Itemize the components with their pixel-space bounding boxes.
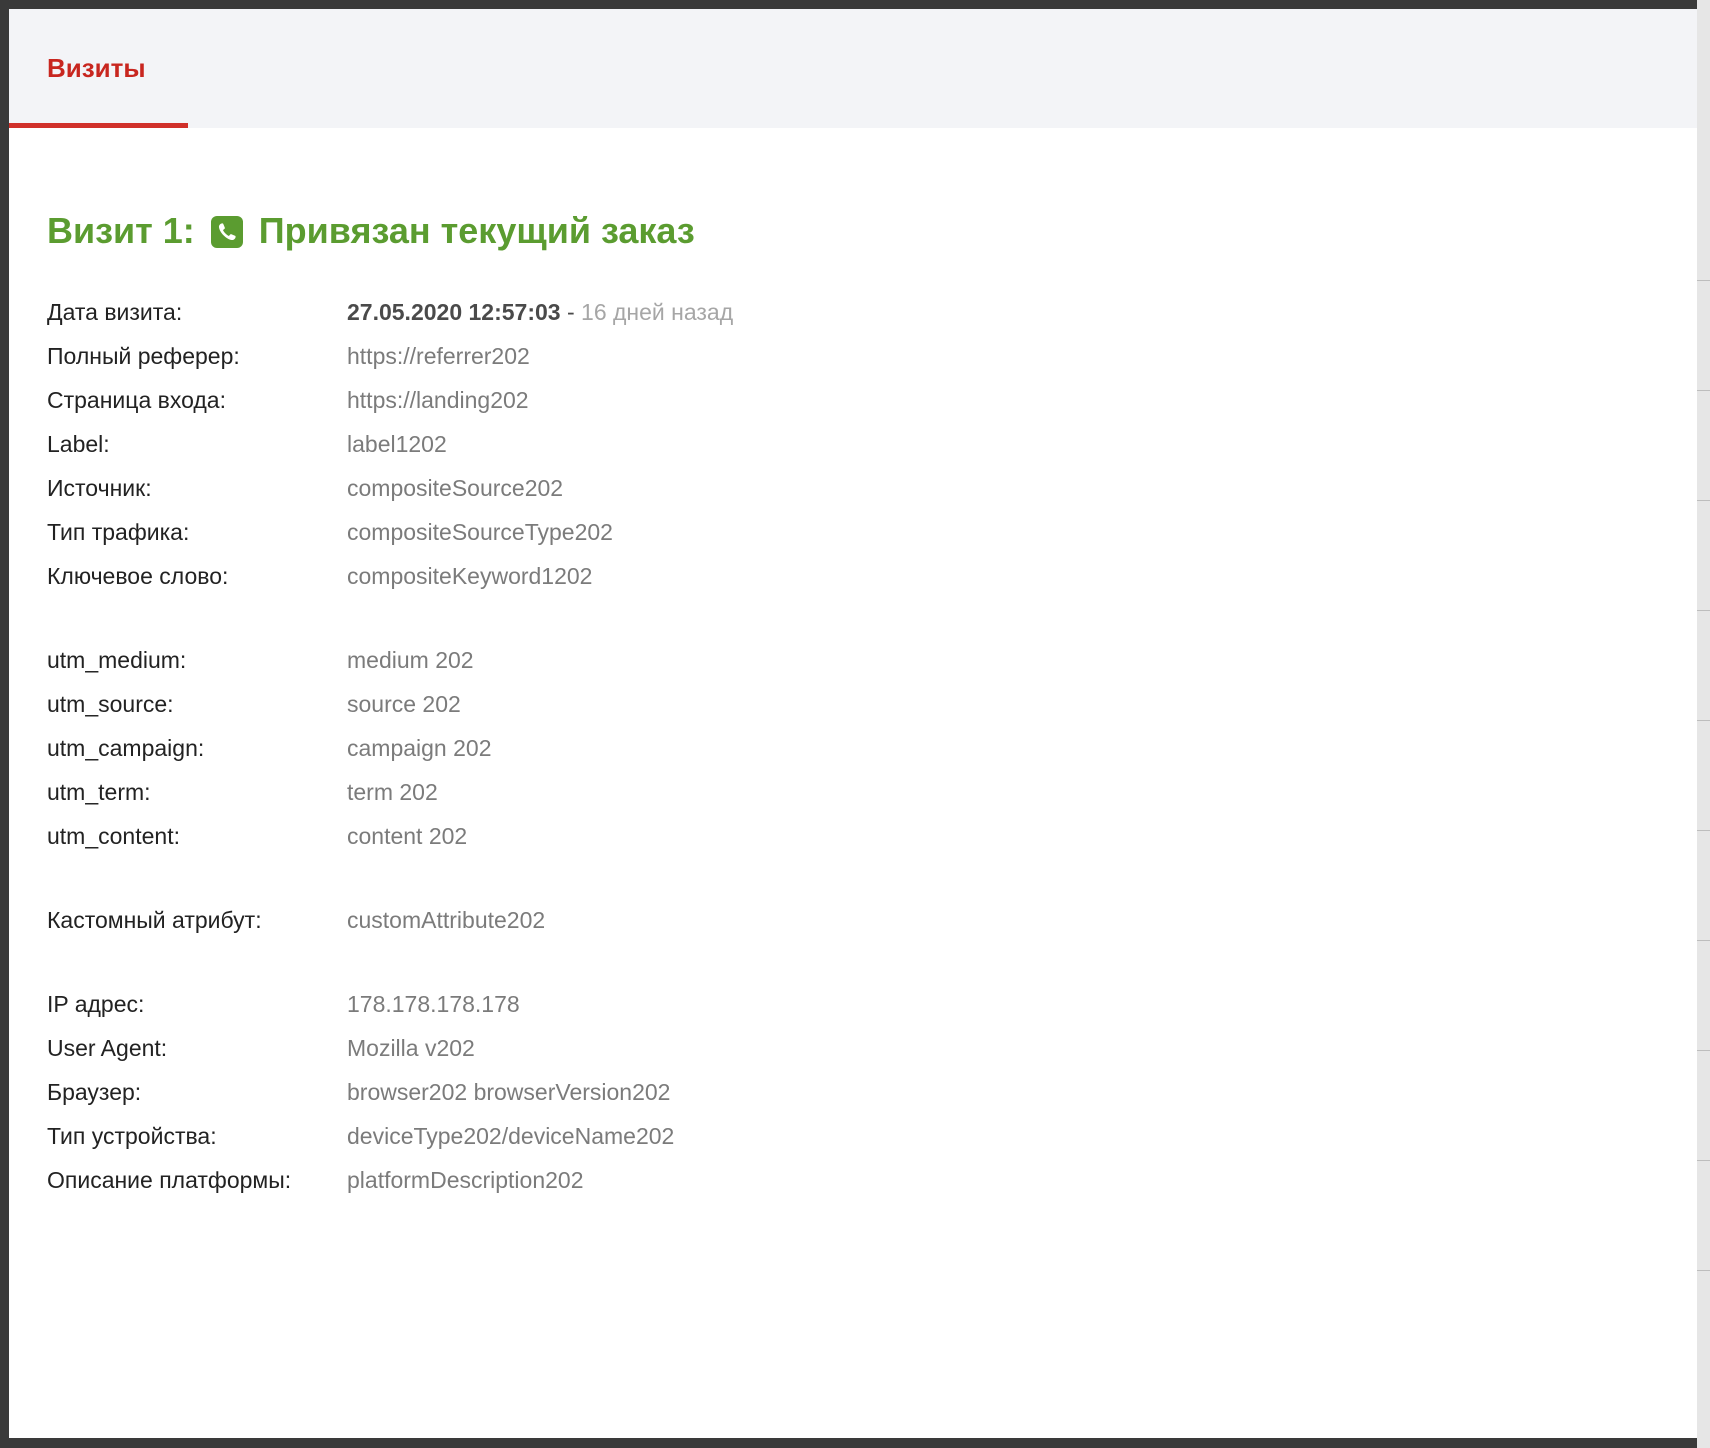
visit-date-separator: - <box>560 298 582 325</box>
visit-date-relative: 16 дней назад <box>581 298 734 325</box>
field-value: customAttribute202 <box>347 906 546 933</box>
visit-heading: Визит 1: Привязан текущий заказ <box>47 209 1647 253</box>
background-row-divider <box>1697 610 1710 611</box>
background-row-divider <box>1697 500 1710 501</box>
background-row-divider <box>1697 720 1710 721</box>
background-row-divider <box>1697 1270 1710 1271</box>
field-label: Тип трафика: <box>47 518 190 545</box>
field-label: Дата визита: <box>47 298 183 325</box>
background-row-divider <box>1697 940 1710 941</box>
background-row-divider <box>1697 1050 1710 1051</box>
field-label: Label: <box>47 430 110 457</box>
field-label: User Agent: <box>47 1034 168 1061</box>
visit-status: Привязан текущий заказ <box>258 210 695 251</box>
background-row-divider <box>1697 830 1710 831</box>
field-row-utm-source: utm_source: source 202 <box>47 682 1647 726</box>
field-row-utm-content: utm_content: content 202 <box>47 814 1647 858</box>
background-page-edge <box>1697 0 1710 1448</box>
field-value: https://referrer202 <box>347 342 530 369</box>
field-label: Тип устройства: <box>47 1122 217 1149</box>
tab-visits[interactable]: Визиты <box>9 9 188 128</box>
field-value: label1202 <box>347 430 447 457</box>
field-label: utm_source: <box>47 690 174 717</box>
field-value: term 202 <box>347 778 438 805</box>
field-row-utm-medium: utm_medium: medium 202 <box>47 638 1647 682</box>
field-value: campaign 202 <box>347 734 492 761</box>
background-row-divider <box>1697 1160 1710 1161</box>
field-list: Дата визита: 27.05.2020 12:57:03 - 16 дн… <box>47 290 1647 1202</box>
field-label: Страница входа: <box>47 386 226 413</box>
field-label: Ключевое слово: <box>47 562 229 589</box>
field-value: deviceType202/deviceName202 <box>347 1122 675 1149</box>
field-row-device-type: Тип устройства: deviceType202/deviceName… <box>47 1114 1647 1158</box>
field-row-user-agent: User Agent: Mozilla v202 <box>47 1026 1647 1070</box>
field-label: Описание платформы: <box>47 1166 292 1193</box>
field-value: browser202 browserVersion202 <box>347 1078 671 1105</box>
field-row-landing: Страница входа: https://landing202 <box>47 378 1647 422</box>
field-value: 27.05.2020 12:57:03 - 16 дней назад <box>347 299 733 326</box>
field-row-platform: Описание платформы: platformDescription2… <box>47 1158 1647 1202</box>
field-label: Полный реферер: <box>47 342 240 369</box>
field-label: IP адрес: <box>47 990 145 1017</box>
tab-visits-label: Визиты <box>47 53 146 83</box>
field-row-custom-attribute: Кастомный атрибут: customAttribute202 <box>47 898 1647 942</box>
background-row-divider <box>1697 280 1710 281</box>
field-row-utm-term: utm_term: term 202 <box>47 770 1647 814</box>
field-label: utm_campaign: <box>47 734 205 761</box>
field-value: Mozilla v202 <box>347 1034 475 1061</box>
field-row-source: Источник: compositeSource202 <box>47 466 1647 510</box>
background-row-divider <box>1697 390 1710 391</box>
field-value: platformDescription202 <box>347 1166 584 1193</box>
field-row-keyword: Ключевое слово: compositeKeyword1202 <box>47 554 1647 598</box>
field-row-utm-campaign: utm_campaign: campaign 202 <box>47 726 1647 770</box>
field-label: Кастомный атрибут: <box>47 906 262 933</box>
visits-modal: Визиты Визит 1: Привязан текущий заказ Д… <box>9 9 1697 1438</box>
field-label: utm_medium: <box>47 646 187 673</box>
field-row-browser: Браузер: browser202 browserVersion202 <box>47 1070 1647 1114</box>
field-value: compositeSourceType202 <box>347 518 613 545</box>
field-label: utm_content: <box>47 822 180 849</box>
field-label: Источник: <box>47 474 152 501</box>
field-row-visit-date: Дата визита: 27.05.2020 12:57:03 - 16 дн… <box>47 290 1647 334</box>
field-value: source 202 <box>347 690 461 717</box>
field-value: content 202 <box>347 822 468 849</box>
field-label: Браузер: <box>47 1078 142 1105</box>
field-value: medium 202 <box>347 646 474 673</box>
field-row-ip: IP адрес: 178.178.178.178 <box>47 982 1647 1026</box>
field-value: https://landing202 <box>347 386 529 413</box>
field-value: compositeKeyword1202 <box>347 562 593 589</box>
phone-icon <box>210 215 243 248</box>
tab-bar: Визиты <box>9 9 1697 128</box>
field-row-referrer: Полный реферер: https://referrer202 <box>47 334 1647 378</box>
field-row-traffic-type: Тип трафика: compositeSourceType202 <box>47 510 1647 554</box>
field-row-label: Label: label1202 <box>47 422 1647 466</box>
visit-details: Визит 1: Привязан текущий заказ Дата виз… <box>47 209 1647 1202</box>
field-value: compositeSource202 <box>347 474 564 501</box>
visit-title: Визит 1: <box>47 210 195 251</box>
visit-date-value: 27.05.2020 12:57:03 <box>347 298 561 325</box>
field-value: 178.178.178.178 <box>347 990 520 1017</box>
field-label: utm_term: <box>47 778 151 805</box>
